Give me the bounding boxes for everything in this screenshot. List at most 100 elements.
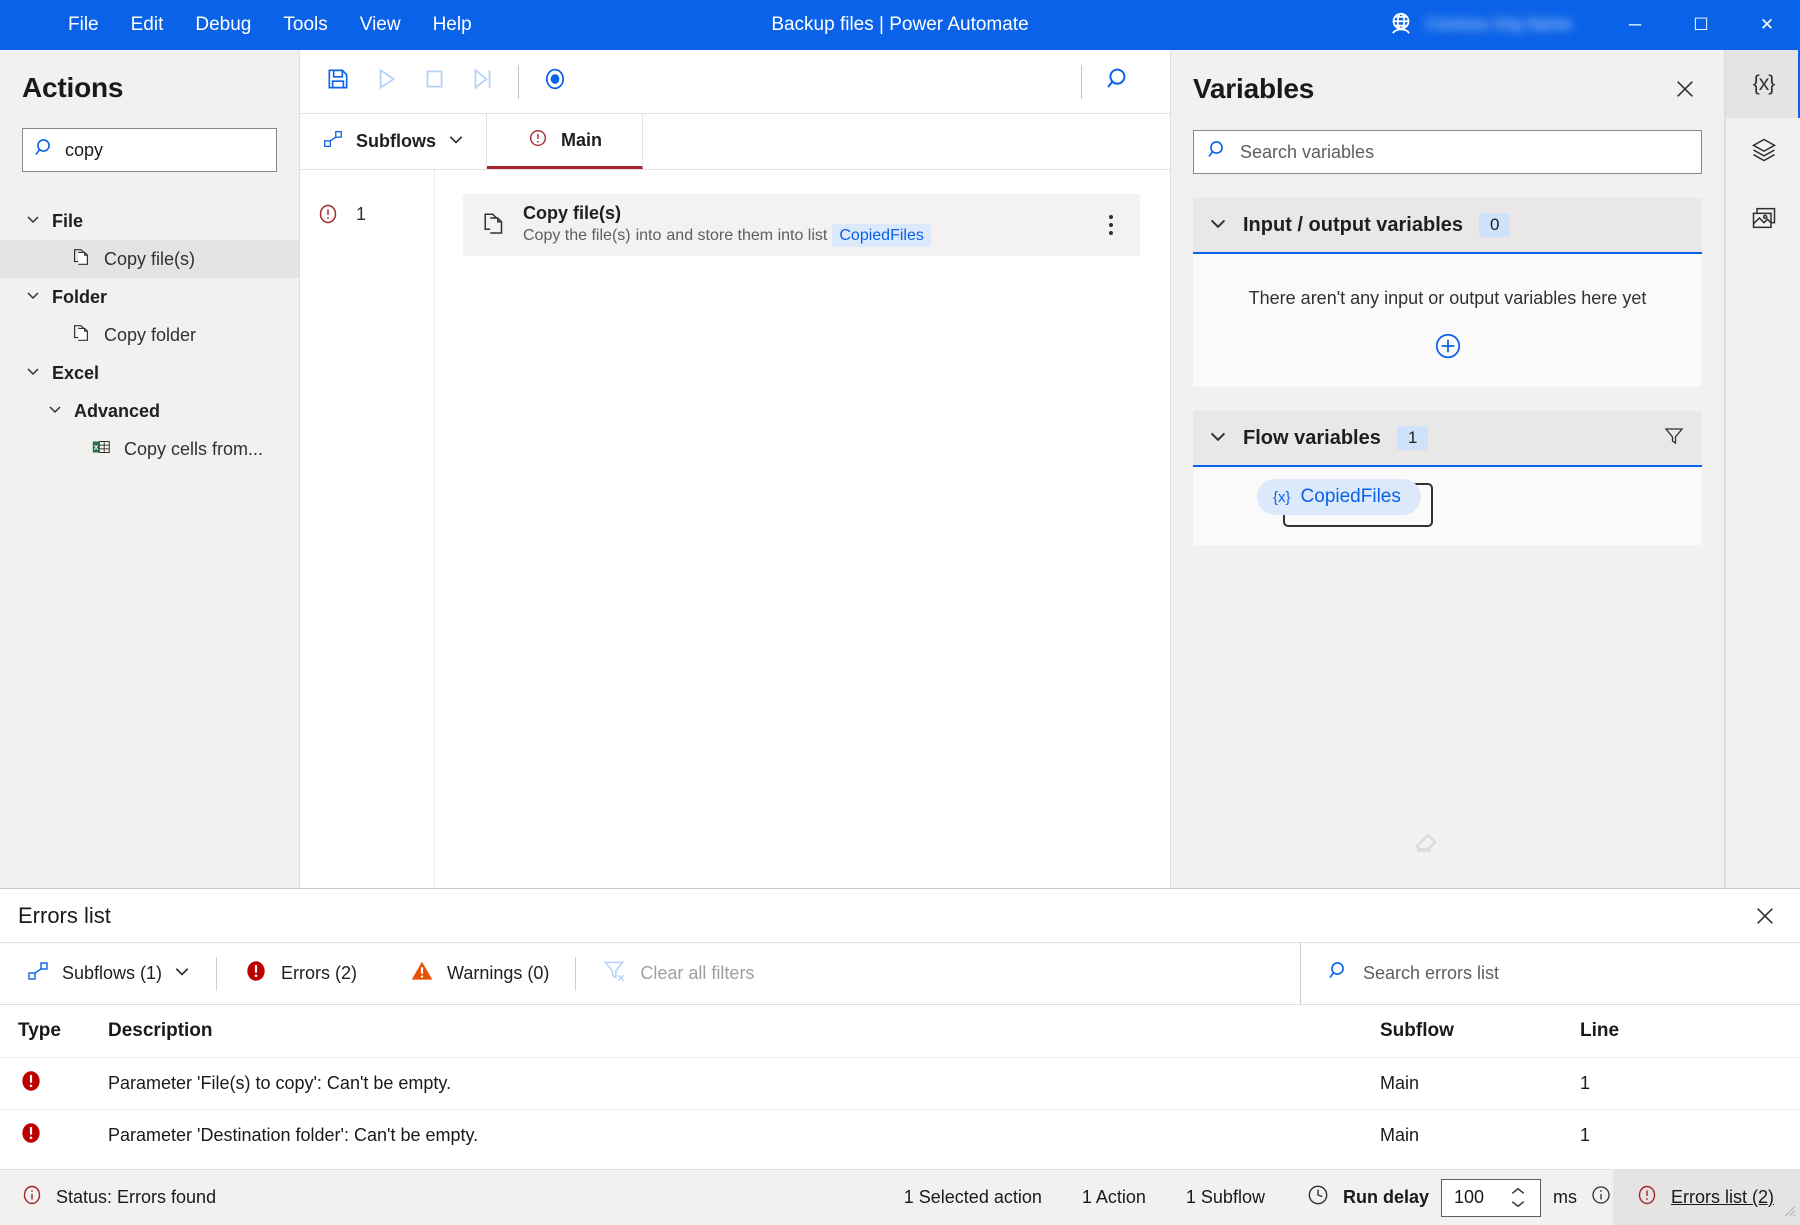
actions-panel-title: Actions [0, 50, 299, 104]
flow-action-title: Copy file(s) [523, 203, 621, 223]
variables-search-box[interactable] [1193, 130, 1702, 174]
menu-tools[interactable]: Tools [267, 8, 343, 42]
main-tab-label: Main [561, 130, 602, 151]
run-delay-unit: ms [1553, 1187, 1577, 1208]
variables-panel-title: Variables [1193, 73, 1668, 105]
close-variables-panel-icon[interactable] [1668, 72, 1702, 106]
rail-ui-elements-button[interactable] [1726, 118, 1800, 186]
add-input-output-variable-button[interactable] [1433, 331, 1463, 361]
errors-search-input[interactable] [1363, 963, 1774, 984]
clear-all-filters-button[interactable]: Clear all filters [576, 943, 780, 1005]
images-icon [1750, 204, 1778, 237]
flow-action-variable-chip[interactable]: CopiedFiles [832, 224, 930, 248]
input-output-empty-text: There aren't any input or output variabl… [1193, 288, 1702, 309]
input-output-variables-label: Input / output variables [1243, 214, 1463, 237]
save-button[interactable] [314, 58, 362, 106]
flow-variable-copiedfiles[interactable]: {x} CopiedFiles [1257, 479, 1421, 515]
table-row[interactable]: Parameter 'File(s) to copy': Can't be em… [0, 1057, 1800, 1109]
designer-tabs: Subflows Main [300, 114, 1170, 170]
action-more-options-icon[interactable] [1098, 215, 1124, 235]
run-button[interactable] [362, 58, 410, 106]
desc-part-3: and store them into list [666, 225, 827, 247]
clear-all-filters-label: Clear all filters [640, 963, 754, 984]
row-description: Parameter 'Destination folder': Can't be… [108, 1125, 1380, 1146]
variable-type-icon: {x} [1273, 489, 1291, 506]
filter-warnings-label: Warnings (0) [447, 963, 549, 984]
actions-group-advanced[interactable]: Advanced [0, 392, 299, 430]
eraser-icon [1411, 823, 1445, 862]
actions-group-label: File [52, 211, 83, 232]
resize-grip-icon[interactable] [1782, 1201, 1796, 1222]
close-errors-list-icon[interactable] [1748, 899, 1782, 933]
maximize-button[interactable]: ☐ [1668, 0, 1734, 50]
menu-file[interactable]: File [52, 8, 115, 42]
toolbar-divider-2 [1081, 65, 1082, 99]
menu-edit[interactable]: Edit [115, 8, 180, 42]
filter-errors[interactable]: Errors (2) [217, 943, 383, 1005]
actions-search-box[interactable] [22, 128, 277, 172]
chevron-down-icon [174, 963, 190, 984]
power-automate-window: File Edit Debug Tools View Help Backup f… [0, 0, 1800, 1225]
filter-warnings[interactable]: Warnings (0) [383, 943, 575, 1005]
errors-list-filters: Subflows (1) Errors (2) [0, 943, 1800, 1005]
action-item-copy-cells-from[interactable]: X Copy cells from... [0, 430, 299, 468]
error-icon [243, 958, 269, 989]
flow-search-button[interactable] [1094, 58, 1142, 106]
selected-action-count: 1 Selected action [904, 1187, 1042, 1208]
errors-list-status-link[interactable]: Errors list (2) [1613, 1170, 1800, 1225]
filter-icon[interactable] [1662, 424, 1686, 453]
filter-subflows[interactable]: Subflows (1) [0, 943, 216, 1005]
info-icon[interactable] [1589, 1183, 1613, 1212]
chevron-down-icon [1510, 1199, 1526, 1209]
actions-group-excel[interactable]: Excel [0, 354, 299, 392]
errors-list-panel: Errors list Subflows (1) [0, 888, 1800, 1169]
input-output-variables-section: Input / output variables 0 There aren't … [1193, 198, 1702, 387]
action-item-copy-folder[interactable]: Copy folder [0, 316, 299, 354]
close-window-button[interactable]: ✕ [1734, 0, 1800, 50]
flow-designer: Subflows Main [300, 50, 1170, 888]
run-delay-input[interactable] [1454, 1187, 1510, 1208]
subflow-icon [322, 128, 344, 155]
menu-help[interactable]: Help [417, 8, 488, 42]
rail-images-button[interactable] [1726, 186, 1800, 254]
recorder-button[interactable] [531, 58, 579, 106]
flow-variables-header[interactable]: Flow variables 1 [1193, 411, 1702, 467]
run-delay-stepper[interactable] [1441, 1179, 1541, 1217]
menu-view[interactable]: View [344, 8, 417, 42]
action-item-copy-files[interactable]: Copy file(s) [0, 240, 299, 278]
recorder-icon [541, 65, 569, 98]
actions-panel: Actions File [0, 50, 300, 888]
actions-group-folder[interactable]: Folder [0, 278, 299, 316]
stop-button[interactable] [410, 58, 458, 106]
actions-search-input[interactable] [65, 140, 297, 161]
errors-search-box[interactable] [1300, 943, 1800, 1005]
run-next-action-button[interactable] [458, 58, 506, 106]
tab-main[interactable]: Main [487, 114, 643, 169]
title-bar-right: Contoso Org Name ─ ☐ ✕ [1386, 0, 1800, 50]
action-item-label: Copy file(s) [104, 249, 195, 270]
minimize-button[interactable]: ─ [1602, 0, 1668, 50]
errors-list-title: Errors list [18, 903, 1748, 929]
flow-variable-name: CopiedFiles [1301, 486, 1401, 508]
stepper-arrows[interactable] [1510, 1186, 1526, 1209]
errors-table: Type Description Subflow Line Parameter … [0, 1005, 1800, 1161]
input-output-variables-count: 0 [1479, 213, 1510, 237]
actions-group-file[interactable]: File [0, 202, 299, 240]
subflows-dropdown[interactable]: Subflows [300, 114, 487, 169]
rail-variables-button[interactable]: {x} [1726, 50, 1800, 118]
account-button[interactable]: Contoso Org Name [1386, 10, 1572, 40]
table-row[interactable]: Parameter 'Destination folder': Can't be… [0, 1109, 1800, 1161]
menu-debug[interactable]: Debug [179, 8, 267, 42]
variables-pane-icon: {x} [1753, 72, 1775, 96]
flow-variables-label: Flow variables [1243, 427, 1381, 450]
copy-file-icon [479, 208, 509, 243]
row-subflow: Main [1380, 1125, 1580, 1146]
flow-action-text: Copy file(s) Copy the file(s) into and s… [523, 203, 1084, 248]
column-header-description: Description [108, 1020, 1380, 1042]
variables-search-input[interactable] [1240, 142, 1689, 163]
flow-variables-section: Flow variables 1 {x} CopiedFiles [1193, 411, 1702, 545]
flow-action-copy-files[interactable]: Copy file(s) Copy the file(s) into and s… [463, 194, 1140, 256]
run-next-action-icon [469, 66, 495, 97]
row-description: Parameter 'File(s) to copy': Can't be em… [108, 1073, 1380, 1094]
input-output-variables-header[interactable]: Input / output variables 0 [1193, 198, 1702, 254]
